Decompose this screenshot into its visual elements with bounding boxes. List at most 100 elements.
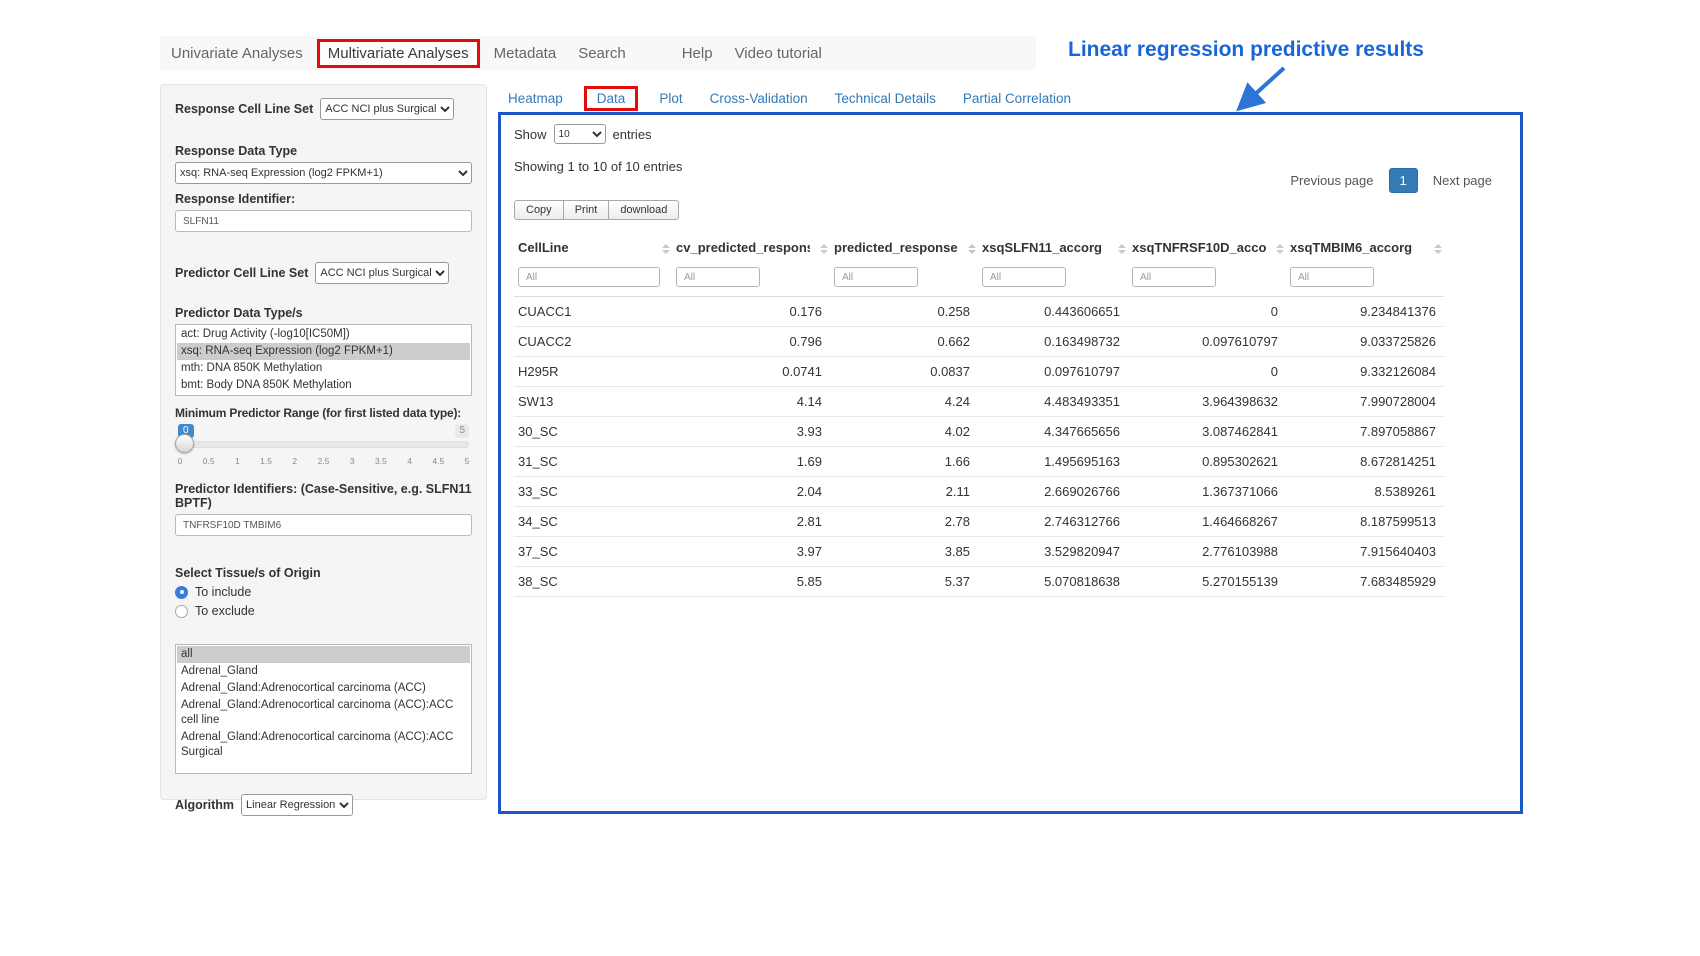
- tissue-option-adrenal-gland-adrenocortical-carcinoma-acc-acc-surgical[interactable]: Adrenal_Gland:Adrenocortical carcinoma (…: [177, 729, 470, 761]
- value-cell: 9.033725826: [1286, 327, 1444, 357]
- nav-item-univariate-analyses[interactable]: Univariate Analyses: [160, 45, 314, 62]
- slider-tick-label: 2: [292, 456, 297, 466]
- column-header-xsqtnfrsf10d-accorg[interactable]: xsqTNFRSF10D_accorg: [1128, 233, 1286, 265]
- tissue-option-adrenal-gland-adrenocortical-carcinoma-acc[interactable]: Adrenal_Gland:Adrenocortical carcinoma (…: [177, 680, 470, 697]
- download-button[interactable]: download: [608, 200, 679, 220]
- predictor-data-type-option-xsq-rna-seq-expression-log2-fpkm-1[interactable]: xsq: RNA-seq Expression (log2 FPKM+1): [177, 343, 470, 360]
- column-header-cellline[interactable]: CellLine: [514, 233, 672, 265]
- tab-technical-details[interactable]: Technical Details: [835, 91, 936, 106]
- nav-item-multivariate-analyses[interactable]: Multivariate Analyses: [317, 39, 480, 68]
- slider-track[interactable]: [178, 441, 469, 448]
- table-row[interactable]: CUACC20.7960.6620.1634987320.0976107979.…: [514, 327, 1444, 357]
- nav-item-help[interactable]: Help: [671, 45, 724, 62]
- tab-partial-correlation[interactable]: Partial Correlation: [963, 91, 1071, 106]
- algorithm-select[interactable]: Linear Regression: [241, 794, 353, 816]
- pagination: Previous page 1 Next page: [1280, 168, 1502, 193]
- tissue-option-adrenal-gland[interactable]: Adrenal_Gland: [177, 663, 470, 680]
- value-cell: 0: [1128, 297, 1286, 327]
- table-row[interactable]: H295R0.07410.08370.09761079709.332126084: [514, 357, 1444, 387]
- predictor-data-type-listbox[interactable]: act: Drug Activity (-log10[IC50M])xsq: R…: [175, 324, 472, 396]
- response-cell-line-set-label: Response Cell Line Set: [175, 102, 313, 116]
- column-header-predicted-response[interactable]: predicted_response: [830, 233, 978, 265]
- tab-plot[interactable]: Plot: [659, 91, 682, 106]
- algorithm-row: Algorithm Linear Regression: [175, 794, 472, 816]
- value-cell: 3.97: [672, 537, 830, 567]
- table-row[interactable]: 37_SC3.973.853.5298209472.7761039887.915…: [514, 537, 1444, 567]
- entries-label: entries: [613, 127, 652, 142]
- table-row[interactable]: CUACC10.1760.2580.44360665109.234841376: [514, 297, 1444, 327]
- sort-icon[interactable]: [820, 244, 828, 254]
- entries-select[interactable]: 10: [554, 124, 606, 144]
- table-row[interactable]: 30_SC3.934.024.3476656563.0874628417.897…: [514, 417, 1444, 447]
- table-row[interactable]: 33_SC2.042.112.6690267661.3673710668.538…: [514, 477, 1444, 507]
- column-header-xsqtmbim6-accorg[interactable]: xsqTMBIM6_accorg: [1286, 233, 1444, 265]
- cellline-cell: 38_SC: [514, 567, 672, 597]
- tissue-listbox[interactable]: allAdrenal_GlandAdrenal_Gland:Adrenocort…: [175, 644, 472, 774]
- nav-item-video-tutorial[interactable]: Video tutorial: [724, 45, 833, 62]
- value-cell: 2.81: [672, 507, 830, 537]
- filter-input-xsqtmbim6-accorg[interactable]: [1290, 267, 1374, 287]
- value-cell: 8.187599513: [1286, 507, 1444, 537]
- predictor-data-type-option-bmt-body-dna-850k-methylation[interactable]: bmt: Body DNA 850K Methylation: [177, 377, 470, 394]
- sort-icon[interactable]: [1276, 244, 1284, 254]
- predictor-data-type-option-act-drug-activity-log10-ic50m[interactable]: act: Drug Activity (-log10[IC50M]): [177, 326, 470, 343]
- predictor-cell-line-set-select[interactable]: ACC NCI plus Surgical: [315, 262, 449, 284]
- radio-to-include[interactable]: To include: [175, 585, 472, 599]
- min-predictor-range-slider[interactable]: 0 5 00.511.522.533.544.55: [178, 424, 469, 474]
- filter-input-predicted-response[interactable]: [834, 267, 918, 287]
- cellline-cell: 33_SC: [514, 477, 672, 507]
- value-cell: 7.683485929: [1286, 567, 1444, 597]
- predictor-data-type-option-mth-dna-850k-methylation[interactable]: mth: DNA 850K Methylation: [177, 360, 470, 377]
- response-identifier-input[interactable]: [175, 210, 472, 232]
- table-row[interactable]: 31_SC1.691.661.4956951630.8953026218.672…: [514, 447, 1444, 477]
- slider-handle[interactable]: [175, 434, 194, 453]
- filter-input-xsqslfn11-accorg[interactable]: [982, 267, 1066, 287]
- algorithm-label: Algorithm: [175, 798, 234, 812]
- response-cell-line-set-select[interactable]: ACC NCI plus Surgical: [320, 98, 454, 120]
- sort-icon[interactable]: [1434, 244, 1442, 254]
- radio-button-icon[interactable]: [175, 586, 188, 599]
- min-predictor-range-label: Minimum Predictor Range (for first liste…: [175, 406, 472, 420]
- predictor-identifiers-input[interactable]: [175, 514, 472, 536]
- slider-tick-label: 1: [235, 456, 240, 466]
- tissue-option-adrenal-gland-adrenocortical-carcinoma-acc-acc-cell-line[interactable]: Adrenal_Gland:Adrenocortical carcinoma (…: [177, 697, 470, 729]
- value-cell: 2.04: [672, 477, 830, 507]
- print-button[interactable]: Print: [563, 200, 610, 220]
- column-header-xsqslfn11-accorg[interactable]: xsqSLFN11_accorg: [978, 233, 1128, 265]
- current-page-button[interactable]: 1: [1389, 168, 1418, 193]
- nav-item-metadata[interactable]: Metadata: [483, 45, 568, 62]
- filter-input-xsqtnfrsf10d-accorg[interactable]: [1132, 267, 1216, 287]
- value-cell: 4.24: [830, 387, 978, 417]
- copy-button[interactable]: Copy: [514, 200, 564, 220]
- value-cell: 0.895302621: [1128, 447, 1286, 477]
- nav-item-search[interactable]: Search: [567, 45, 637, 62]
- tab-heatmap[interactable]: Heatmap: [508, 91, 563, 106]
- radio-button-icon[interactable]: [175, 605, 188, 618]
- cellline-cell: CUACC2: [514, 327, 672, 357]
- sort-icon[interactable]: [662, 244, 670, 254]
- sort-icon[interactable]: [1118, 244, 1126, 254]
- value-cell: 7.897058867: [1286, 417, 1444, 447]
- sort-icon[interactable]: [968, 244, 976, 254]
- table-row[interactable]: SW134.144.244.4834933513.9643986327.9907…: [514, 387, 1444, 417]
- tab-data[interactable]: Data: [584, 86, 639, 111]
- cellline-cell: 37_SC: [514, 537, 672, 567]
- tissue-option-all[interactable]: all: [177, 646, 470, 663]
- value-cell: 8.5389261: [1286, 477, 1444, 507]
- table-row[interactable]: 38_SC5.855.375.0708186385.2701551397.683…: [514, 567, 1444, 597]
- value-cell: 3.529820947: [978, 537, 1128, 567]
- column-header-cv-predicted-response[interactable]: cv_predicted_response: [672, 233, 830, 265]
- cellline-cell: 31_SC: [514, 447, 672, 477]
- slider-max-label: 5: [455, 424, 469, 438]
- next-page-button[interactable]: Next page: [1423, 168, 1502, 193]
- value-cell: 0.443606651: [978, 297, 1128, 327]
- table-row[interactable]: 34_SC2.812.782.7463127661.4646682678.187…: [514, 507, 1444, 537]
- radio-to-exclude[interactable]: To exclude: [175, 604, 472, 618]
- filter-input-cv-predicted-response[interactable]: [676, 267, 760, 287]
- response-data-type-select[interactable]: xsq: RNA-seq Expression (log2 FPKM+1): [175, 162, 472, 184]
- tab-cross-validation[interactable]: Cross-Validation: [710, 91, 808, 106]
- filter-input-cellline[interactable]: [518, 267, 660, 287]
- value-cell: 9.234841376: [1286, 297, 1444, 327]
- cellline-cell: 30_SC: [514, 417, 672, 447]
- previous-page-button[interactable]: Previous page: [1280, 168, 1383, 193]
